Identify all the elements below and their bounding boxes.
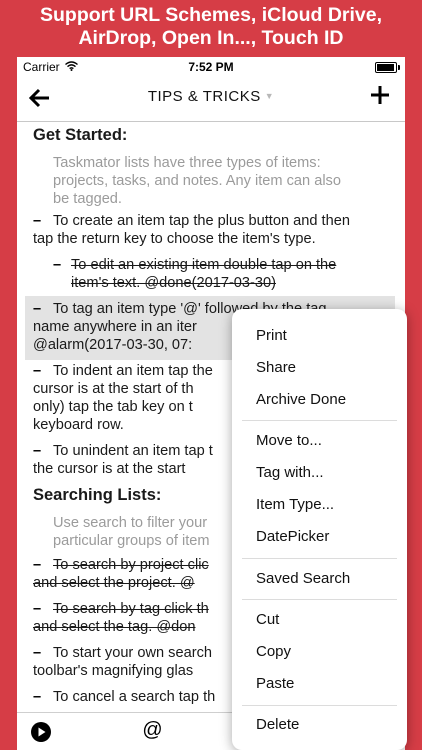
menu-item-archive-done[interactable]: Archive Done [256, 391, 346, 408]
plus-icon[interactable] [369, 84, 391, 106]
task-bullet: – [33, 689, 42, 705]
note-line[interactable]: particular groups of item [53, 533, 210, 549]
task-bullet: – [33, 363, 42, 379]
note-line[interactable]: projects, tasks, and notes. Any item can… [53, 173, 341, 189]
task-bullet: – [33, 645, 42, 661]
at-tag-icon[interactable]: @ [142, 719, 162, 742]
menu-item-copy[interactable]: Copy [256, 643, 291, 660]
nav-bar: TIPS & TRICKS ▼ [17, 77, 405, 122]
menu-divider [242, 599, 397, 600]
task-bullet: – [33, 443, 42, 459]
menu-item-move-to[interactable]: Move to... [256, 432, 322, 449]
promo-banner: Support URL Schemes, iCloud Drive, AirDr… [0, 0, 422, 56]
done-task-text: item's text. @done(2017-03-30) [71, 275, 276, 291]
list-title[interactable]: TIPS & TRICKS ▼ [17, 88, 405, 105]
task-line[interactable]: cursor is at the start of th [33, 381, 194, 397]
project-heading[interactable]: Searching Lists: [33, 486, 161, 505]
menu-divider [242, 558, 397, 559]
done-task-line[interactable]: item's text. @done(2017-03-30) [71, 275, 276, 291]
task-line[interactable]: To indent an item tap the [53, 363, 213, 379]
status-time: 7:52 PM [188, 60, 234, 74]
context-menu: Print Share Archive Done Move to... Tag … [232, 309, 407, 750]
task-line[interactable]: name anywhere in an iter [33, 319, 197, 335]
done-task-line[interactable]: To search by project clic [53, 557, 209, 573]
menu-item-tag-with[interactable]: Tag with... [256, 464, 324, 481]
menu-item-item-type[interactable]: Item Type... [256, 496, 334, 513]
task-line[interactable]: the cursor is at the start [33, 461, 186, 477]
menu-divider [242, 420, 397, 421]
task-line[interactable]: only) tap the tab key on t [33, 399, 193, 415]
promo-line-1: Support URL Schemes, iCloud Drive, [39, 4, 383, 26]
task-line[interactable]: toolbar's magnifying glas [33, 663, 193, 679]
task-line[interactable]: To start your own search [53, 645, 212, 661]
task-bullet: – [33, 301, 42, 317]
task-line[interactable]: tap the return key to choose the item's … [33, 231, 316, 247]
note-line[interactable]: Use search to filter your [53, 515, 207, 531]
menu-item-delete[interactable]: Delete [256, 716, 299, 733]
battery-icon [375, 62, 400, 73]
task-line[interactable]: To create an item tap the plus button an… [53, 213, 350, 229]
menu-item-share[interactable]: Share [256, 359, 296, 376]
menu-item-print[interactable]: Print [256, 327, 287, 344]
task-line[interactable]: keyboard row. [33, 417, 124, 433]
task-line[interactable]: @alarm(2017-03-30, 07: [33, 337, 192, 353]
note-line[interactable]: Taskmator lists have three types of item… [53, 155, 321, 171]
task-line[interactable]: To unindent an item tap t [53, 443, 213, 459]
task-bullet: – [33, 557, 42, 573]
status-bar: Carrier 7:52 PM [17, 57, 405, 77]
done-task-line[interactable]: To search by tag click th [53, 601, 209, 617]
task-bullet: – [33, 601, 42, 617]
list-title-text: TIPS & TRICKS [147, 88, 261, 105]
task-line[interactable]: To cancel a search tap th [53, 689, 215, 705]
menu-item-cut[interactable]: Cut [256, 611, 279, 628]
menu-divider [242, 705, 397, 706]
task-bullet: – [53, 257, 62, 273]
menu-item-saved-search[interactable]: Saved Search [256, 570, 350, 587]
caret-down-icon: ▼ [264, 91, 275, 101]
task-bullet: – [33, 213, 42, 229]
play-icon[interactable] [31, 722, 51, 742]
menu-item-paste[interactable]: Paste [256, 675, 294, 692]
menu-item-datepicker[interactable]: DatePicker [256, 528, 329, 545]
done-task-line[interactable]: and select the project. @ [33, 575, 195, 591]
done-task-line[interactable]: and select the tag. @don [33, 619, 195, 635]
promo-line-2: AirDrop, Open In..., Touch ID [78, 27, 344, 49]
note-line[interactable]: be tagged. [53, 191, 122, 207]
done-task-line[interactable]: To edit an existing item double tap on t… [71, 257, 336, 273]
project-heading[interactable]: Get Started: [33, 126, 127, 145]
